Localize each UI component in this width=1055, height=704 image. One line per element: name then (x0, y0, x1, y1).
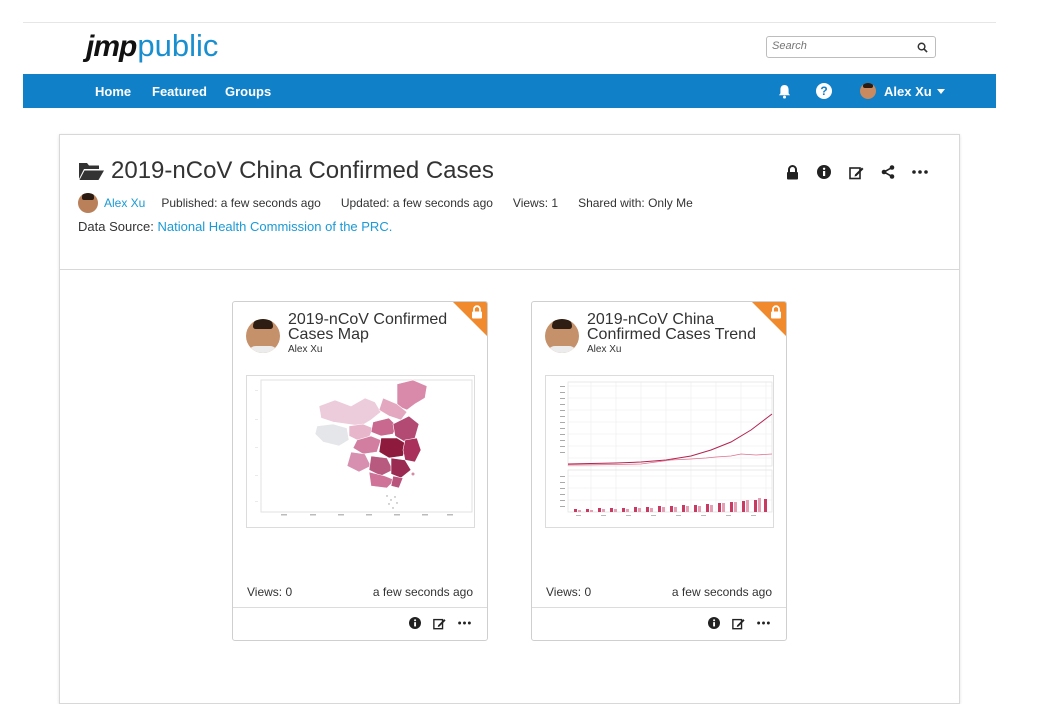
map-thumbnail[interactable]: — — — — — (246, 375, 475, 528)
card-views: Views: 0 (247, 585, 293, 599)
search-icon (917, 42, 928, 53)
card-actions (409, 617, 471, 630)
nav-featured[interactable]: Featured (152, 84, 207, 99)
user-menu[interactable]: Alex Xu (860, 82, 945, 100)
post-meta: Alex Xu Published: a few seconds ago Upd… (78, 193, 713, 213)
search-input[interactable] (772, 40, 902, 52)
card-divider (233, 607, 487, 608)
data-source: Data Source: National Health Commission … (78, 219, 392, 234)
more-button[interactable] (911, 163, 929, 181)
user-name: Alex Xu (884, 83, 932, 99)
share-icon (881, 165, 895, 179)
jmp-public-logo[interactable]: jmp public (86, 28, 218, 68)
card-time: a few seconds ago (372, 585, 473, 599)
lock-icon (771, 305, 781, 319)
lock-icon (786, 164, 798, 179)
svg-text:—: — (255, 499, 258, 503)
card-actions (708, 617, 770, 630)
lock-icon (472, 305, 482, 319)
ellipsis-icon[interactable] (757, 617, 770, 629)
card-author-avatar (545, 319, 579, 353)
svg-text:—: — (255, 445, 258, 449)
author-avatar[interactable] (78, 193, 98, 213)
updated-text: Updated: a few seconds ago (340, 196, 493, 210)
post-header: 2019-nCoV China Confirmed Cases (78, 157, 494, 185)
card-views: Views: 0 (546, 585, 592, 599)
post-actions (783, 163, 929, 181)
info-icon[interactable] (409, 617, 421, 629)
report-card-trend[interactable]: 2019-nCoV China Confirmed Cases Trend Al… (531, 301, 787, 641)
lock-button[interactable] (783, 163, 801, 181)
svg-text:—: — (255, 388, 258, 392)
card-author: Alex Xu (288, 344, 323, 355)
report-card-map[interactable]: 2019-nCoV Confirmed Cases Map Alex Xu — —… (232, 301, 488, 641)
edit-button[interactable] (847, 163, 865, 181)
trend-chart-image (560, 381, 773, 516)
svg-text:—: — (255, 473, 258, 477)
logo-jmp-text: jmp (86, 30, 137, 63)
data-source-link[interactable]: National Health Commission of the PRC. (158, 219, 393, 234)
svg-text:—: — (255, 417, 258, 421)
china-map-image: — — — — — (255, 379, 473, 516)
share-button[interactable] (879, 163, 897, 181)
edit-icon (848, 166, 863, 179)
edit-icon[interactable] (732, 617, 745, 630)
card-author-avatar (246, 319, 280, 353)
nav-home[interactable]: Home (95, 84, 131, 99)
views-text: Views: 1 (512, 196, 559, 210)
card-divider (532, 607, 786, 608)
info-icon[interactable] (708, 617, 720, 629)
card-author: Alex Xu (587, 344, 622, 355)
help-button[interactable]: ? (815, 82, 833, 100)
card-title[interactable]: 2019-nCoV China Confirmed Cases Trend (587, 312, 757, 343)
bell-icon (778, 84, 790, 99)
search-button[interactable] (909, 37, 935, 57)
page-title: 2019-nCoV China Confirmed Cases (111, 157, 494, 184)
user-avatar (860, 83, 876, 99)
post-panel: 2019-nCoV China Confirmed Cases Alex Xu … (59, 134, 960, 704)
panel-divider (60, 269, 959, 270)
edit-icon[interactable] (433, 617, 446, 630)
ellipsis-icon (912, 170, 928, 174)
card-title[interactable]: 2019-nCoV Confirmed Cases Map (288, 312, 458, 343)
shared-text: Shared with: Only Me (578, 196, 693, 210)
info-button[interactable] (815, 163, 833, 181)
published-text: Published: a few seconds ago (161, 196, 321, 210)
folder-open-icon (79, 163, 104, 180)
question-circle-icon: ? (816, 83, 832, 99)
search-box (766, 36, 936, 58)
trend-thumbnail[interactable] (545, 375, 774, 528)
data-source-label: Data Source: (78, 219, 158, 234)
top-navbar: Home Featured Groups ? Alex Xu (23, 74, 996, 108)
author-link[interactable]: Alex Xu (104, 196, 145, 210)
top-divider (23, 22, 996, 23)
logo-public-text: public (137, 28, 219, 63)
caret-down-icon (936, 88, 945, 94)
card-time: a few seconds ago (671, 585, 772, 599)
info-icon (817, 165, 831, 179)
ellipsis-icon[interactable] (458, 617, 471, 629)
nav-groups[interactable]: Groups (225, 84, 271, 99)
notifications-button[interactable] (775, 82, 793, 100)
